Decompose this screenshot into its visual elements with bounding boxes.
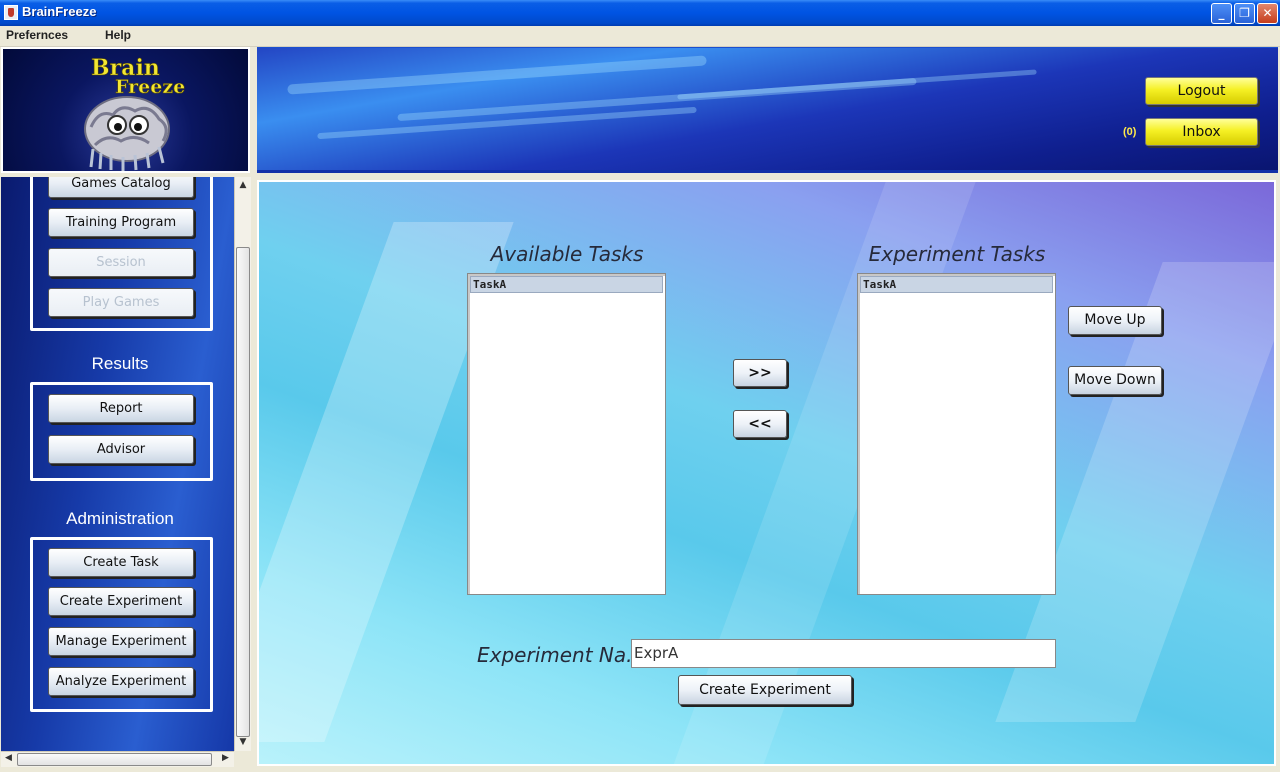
- brainfreeze-logo: Brain Freeze: [84, 55, 186, 171]
- training-program-button[interactable]: Training Program: [48, 208, 194, 237]
- logout-button[interactable]: Logout: [1145, 77, 1258, 105]
- remove-task-button[interactable]: <<: [733, 410, 787, 438]
- experiment-tasks-list[interactable]: TaskA: [857, 273, 1056, 595]
- move-down-button[interactable]: Move Down: [1068, 366, 1162, 395]
- horizontal-scroll-thumb[interactable]: [17, 753, 212, 766]
- administration-heading: Administration: [66, 509, 174, 528]
- close-button[interactable]: ✕: [1257, 3, 1278, 24]
- manage-experiment-button[interactable]: Manage Experiment: [48, 627, 194, 656]
- move-up-button[interactable]: Move Up: [1068, 306, 1162, 335]
- logo-panel: Brain Freeze: [1, 47, 250, 173]
- list-item[interactable]: TaskA: [470, 276, 663, 293]
- list-item[interactable]: TaskA: [860, 276, 1053, 293]
- logo-text-freeze: Freeze: [115, 76, 185, 98]
- analyze-experiment-button[interactable]: Analyze Experiment: [48, 667, 194, 696]
- scroll-right-arrow-icon[interactable]: ▶: [222, 753, 229, 763]
- sidebar-vertical-scrollbar[interactable]: ▲ ▼: [234, 177, 251, 751]
- inbox-button[interactable]: Inbox: [1145, 118, 1258, 146]
- available-tasks-title: Available Tasks: [490, 242, 644, 266]
- sidebar-horizontal-scrollbar[interactable]: ◀ ▶: [1, 751, 234, 767]
- brain-mascot-icon: [84, 96, 170, 171]
- header-banner: [257, 47, 1278, 173]
- menu-help[interactable]: Help: [105, 28, 131, 42]
- experiment-name-label: Experiment Na...: [477, 643, 646, 667]
- title-bar: BrainFreeze _ ❐ ✕: [0, 0, 1280, 26]
- experiment-tasks-title: Experiment Tasks: [868, 242, 1046, 266]
- menu-preferences[interactable]: Prefernces: [6, 28, 68, 42]
- available-tasks-list[interactable]: TaskA: [467, 273, 666, 595]
- advisor-button[interactable]: Advisor: [48, 435, 194, 464]
- sidebar-nav: Games Catalog Training Program Session P…: [1, 177, 234, 751]
- java-app-icon: [4, 5, 18, 20]
- inbox-count: (0): [1123, 126, 1137, 138]
- games-catalog-button[interactable]: Games Catalog: [48, 177, 194, 198]
- scroll-down-arrow-icon[interactable]: ▼: [237, 737, 249, 747]
- create-task-button[interactable]: Create Task: [48, 548, 194, 577]
- create-experiment-button[interactable]: Create Experiment: [678, 675, 852, 705]
- session-button[interactable]: Session: [48, 248, 194, 277]
- scroll-left-arrow-icon[interactable]: ◀: [5, 753, 12, 763]
- minimize-button[interactable]: _: [1211, 3, 1232, 24]
- report-button[interactable]: Report: [48, 394, 194, 423]
- create-experiment-nav-button[interactable]: Create Experiment: [48, 587, 194, 616]
- results-heading: Results: [91, 354, 149, 373]
- vertical-scroll-thumb[interactable]: [236, 247, 250, 737]
- window-title: BrainFreeze: [22, 4, 97, 19]
- window-bottom-edge: [0, 767, 1280, 772]
- play-games-button[interactable]: Play Games: [48, 288, 194, 317]
- menu-bar: Prefernces Help: [0, 26, 1280, 47]
- add-task-button[interactable]: >>: [733, 359, 787, 387]
- experiment-name-input[interactable]: ExprA: [631, 639, 1056, 668]
- scroll-up-arrow-icon[interactable]: ▲: [237, 180, 249, 190]
- restore-button[interactable]: ❐: [1234, 3, 1255, 24]
